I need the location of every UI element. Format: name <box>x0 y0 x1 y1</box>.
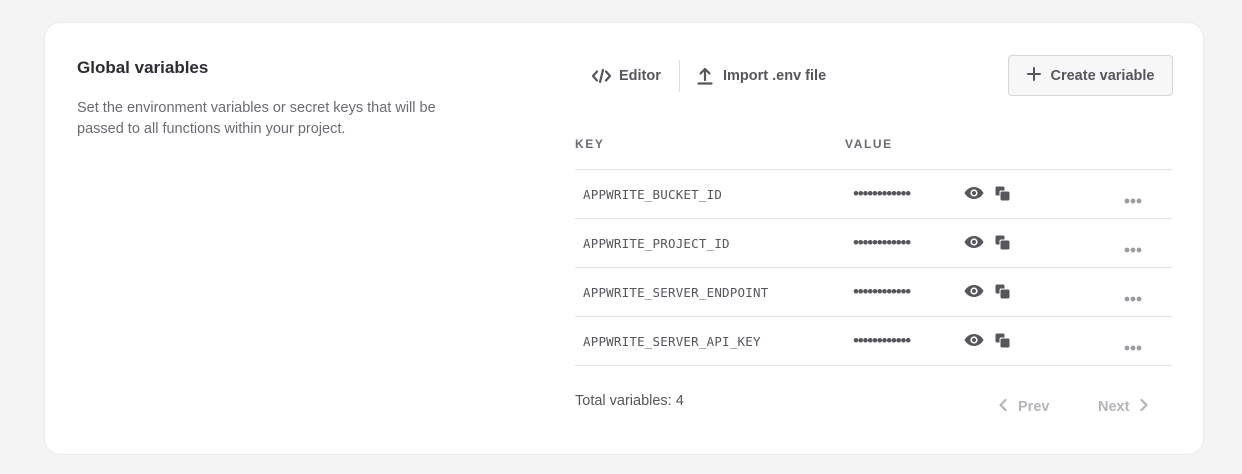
chevron-right-icon <box>1140 398 1149 415</box>
next-label: Next <box>1098 399 1130 415</box>
masked-value: •••••••••••• <box>853 282 911 301</box>
table-row: APPWRITE_PROJECT_ID •••••••••••• <box>575 219 1172 268</box>
create-variable-label: Create variable <box>1050 67 1155 84</box>
variable-key: APPWRITE_SERVER_API_KEY <box>583 334 761 349</box>
masked-value: •••••••••••• <box>853 233 911 252</box>
column-header-value: VALUE <box>845 137 893 151</box>
masked-value: •••••••••••• <box>853 184 911 203</box>
table-footer: Total variables: 4 Prev Next <box>575 393 1172 423</box>
create-variable-button[interactable]: Create variable <box>1008 55 1173 96</box>
import-env-button[interactable]: Import .env file <box>697 60 826 92</box>
table-row: APPWRITE_SERVER_API_KEY •••••••••••• <box>575 317 1172 366</box>
toolbar-divider <box>679 60 680 92</box>
eye-icon[interactable] <box>964 186 984 205</box>
table-row: APPWRITE_BUCKET_ID •••••••••••• <box>575 170 1172 219</box>
masked-value: •••••••••••• <box>853 331 911 350</box>
prev-label: Prev <box>1018 399 1050 415</box>
more-horizontal-icon[interactable] <box>1124 289 1142 307</box>
import-label: Import .env file <box>723 68 827 84</box>
section-intro: Global variables Set the environment var… <box>77 57 477 140</box>
more-horizontal-icon[interactable] <box>1124 240 1142 258</box>
variable-key: APPWRITE_SERVER_ENDPOINT <box>583 285 769 300</box>
variable-key: APPWRITE_BUCKET_ID <box>583 187 723 202</box>
eye-icon[interactable] <box>964 284 984 303</box>
editor-label: Editor <box>619 68 661 84</box>
table-row: APPWRITE_SERVER_ENDPOINT •••••••••••• <box>575 268 1172 317</box>
column-header-key: KEY <box>575 137 605 151</box>
chevron-left-icon <box>999 398 1007 415</box>
variable-key: APPWRITE_PROJECT_ID <box>583 236 730 251</box>
plus-icon <box>1026 66 1041 85</box>
prev-page-button[interactable]: Prev <box>999 398 1050 415</box>
variables-table: KEY VALUE APPWRITE_BUCKET_ID •••••••••••… <box>575 136 1172 366</box>
more-horizontal-icon[interactable] <box>1124 191 1142 209</box>
table-header: KEY VALUE <box>575 136 1172 170</box>
upload-icon <box>697 67 713 85</box>
copy-icon[interactable] <box>995 186 1010 206</box>
global-variables-card: Global variables Set the environment var… <box>44 22 1204 455</box>
copy-icon[interactable] <box>995 284 1010 304</box>
eye-icon[interactable] <box>964 333 984 352</box>
editor-button[interactable]: Editor <box>592 60 661 92</box>
code-icon <box>592 69 611 83</box>
eye-icon[interactable] <box>964 235 984 254</box>
variables-toolbar: Editor Import .env file Create variable <box>575 55 1173 96</box>
more-horizontal-icon[interactable] <box>1124 338 1142 356</box>
section-title: Global variables <box>77 58 209 77</box>
total-variables-count: Total variables: 4 <box>575 393 684 409</box>
next-page-button[interactable]: Next <box>1098 398 1149 415</box>
section-description: Set the environment variables or secret … <box>77 100 436 137</box>
copy-icon[interactable] <box>995 235 1010 255</box>
copy-icon[interactable] <box>995 333 1010 353</box>
